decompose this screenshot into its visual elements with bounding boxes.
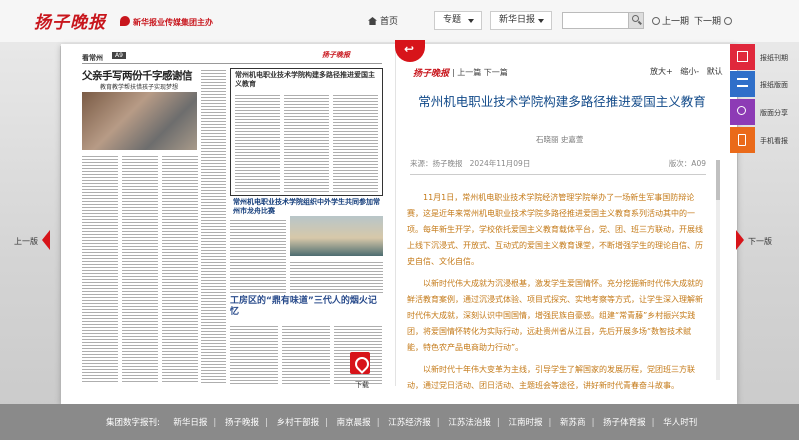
site-logo[interactable]: 扬子晚报 (34, 8, 106, 33)
article-meta: 来源：扬子晚报 2024年11月09日 版次：A09 (410, 158, 706, 175)
text-column (235, 93, 280, 193)
article-paragraph: 以新时代伟大成就为沉浸根基，激发学生爱国情怀。充分挖掘新时代伟大成就的鲜活教育案… (407, 279, 703, 352)
chevron-down-icon (468, 19, 474, 23)
arrow-left-icon (42, 230, 50, 250)
footer-link[interactable]: 扬子体育报 (603, 418, 646, 428)
chevron-down-icon (538, 19, 544, 23)
footer-label: 集团数字报刊: (106, 418, 160, 428)
prev-issue-label: 上一期 (662, 17, 690, 27)
headline-workshop[interactable]: 工房区的“鼎有味道”三代人的烟火记忆 (230, 296, 380, 318)
issue-calendar-button[interactable] (730, 44, 755, 70)
footer-link[interactable]: 扬子晚报 (225, 418, 259, 428)
article-paragraph: 11月1日，常州机电职业技术学院经济管理学院举办了一场新生军事国防辩论赛，这是近… (407, 193, 703, 266)
home-link[interactable]: 首页 (368, 14, 398, 27)
article-nav-label[interactable]: 上一篇 下一篇 (457, 68, 508, 77)
text-column (162, 154, 198, 384)
headline-father-letter-sub: 教育教学帮扶惜孩子实现梦想 (100, 84, 179, 91)
newspaper-page[interactable]: 看常州 A9 扬子晚报 父亲手写两份千字感谢信 教育教学帮扶惜孩子实现梦想 常州… (70, 46, 395, 386)
edition-name: 看常州 (82, 54, 103, 62)
masthead: 扬子晚报 (322, 50, 350, 59)
arrow-right-icon (736, 230, 744, 250)
top-bar: 扬子晚报 新华报业传媒集团主办 首页 专题 新华日报 上一期 下一期 (0, 0, 799, 42)
dragon-boat-photo (290, 216, 383, 256)
highlighted-article-box[interactable]: 常州机电职业技术学院构建多路径推进爱国主义教育 (230, 68, 383, 196)
topic-dropdown[interactable]: 专题 (434, 11, 482, 30)
text-column (290, 260, 383, 293)
mobile-label[interactable]: 手机看报 (760, 136, 788, 146)
text-column (82, 154, 118, 384)
share-label[interactable]: 版面分享 (760, 108, 788, 118)
paper-select[interactable]: 新华日报 (490, 11, 552, 30)
mobile-icon (738, 134, 746, 146)
prev-issue-link[interactable]: 上一期 (652, 14, 689, 27)
footer-link[interactable]: 新华日报 (173, 418, 207, 428)
flame-icon (120, 16, 130, 26)
next-edition-label: 下一版 (748, 237, 772, 246)
article-paragraph: 以新时代十年伟大变革为主线，引导学生了解国家的发展历程，党团班三方联动，通过党日… (407, 365, 695, 390)
share-icon (737, 106, 746, 115)
home-label: 首页 (380, 17, 399, 27)
text-column (230, 218, 286, 293)
pdf-download-label[interactable]: 下载 (355, 380, 369, 390)
newspaper-header: 看常州 A9 扬子晚报 (82, 50, 382, 64)
text-column (122, 154, 158, 384)
footer-link[interactable]: 新苏商 (560, 418, 586, 428)
footer-links: 集团数字报刊: 新华日报 | 扬子晚报 | 乡村干部报 | 南京晨报 | 江苏经济报 | … (106, 418, 698, 428)
zoom-out-button[interactable]: 缩小- (680, 67, 699, 76)
article-edition: 版次：A09 (668, 159, 706, 168)
footer-link[interactable]: 江南时报 (508, 418, 542, 428)
home-icon (368, 17, 377, 25)
box-headline: 常州机电职业技术学院构建多路径推进爱国主义教育 (235, 71, 375, 88)
text-column (201, 68, 226, 384)
group-logo: 新华报业传媒集团主办 (120, 16, 213, 28)
article-nav[interactable]: | 上一篇 下一篇 (452, 67, 508, 78)
article-author: 石晓丽 史嘉萱 (536, 135, 584, 144)
page-list-button[interactable] (730, 71, 755, 97)
article-date: 2024年11月09日 (469, 159, 531, 168)
mobile-button[interactable] (730, 127, 755, 153)
article-body: 11月1日，常州机电职业技术学院经济管理学院举办了一场新生军事国防辩论赛，这是近… (407, 190, 707, 400)
next-issue-link[interactable]: 下一期 (694, 14, 734, 27)
footer-link[interactable]: 华人时刊 (663, 418, 697, 428)
paper-select-label: 新华日报 (499, 15, 536, 25)
zoom-controls: 放大+ 缩小- 默认 (650, 66, 728, 77)
zoom-default-button[interactable]: 默认 (707, 67, 723, 76)
text-column (333, 93, 378, 193)
next-edition-button[interactable]: 下一版 (736, 230, 772, 250)
next-issue-label: 下一期 (694, 17, 722, 27)
text-column (282, 324, 330, 384)
text-column (230, 324, 278, 384)
headline-father-letter[interactable]: 父亲手写两份千字感谢信 (82, 68, 193, 83)
dragon-boat-headline[interactable]: 常州机电职业技术学院组织中外学生共同参加常州市龙舟比赛 (233, 198, 383, 216)
footer-link[interactable]: 南京晨报 (337, 418, 371, 428)
scrollbar-thumb[interactable] (716, 160, 720, 200)
article-source: 来源：扬子晚报 (410, 159, 463, 168)
article-title: 常州机电职业技术学院构建多路径推进爱国主义教育 (418, 94, 706, 109)
prev-edition-button[interactable]: 上一版 (14, 230, 50, 250)
issue-calendar-label[interactable]: 报纸刊期 (760, 53, 788, 63)
zoom-in-button[interactable]: 放大+ (650, 67, 673, 76)
group-logo-text: 新华报业传媒集团主办 (133, 18, 213, 27)
list-icon (737, 78, 748, 87)
footer: 集团数字报刊: 新华日报 | 扬子晚报 | 乡村干部报 | 南京晨报 | 江苏经济报 | … (0, 404, 799, 440)
edition-number: A9 (112, 52, 126, 59)
newspaper-photo (82, 92, 197, 150)
prev-edition-label: 上一版 (14, 237, 38, 246)
prev-circle-icon (652, 17, 660, 25)
text-column (284, 93, 329, 193)
next-circle-icon (724, 17, 733, 25)
share-button[interactable] (730, 99, 755, 125)
article-scrollbar[interactable] (716, 160, 720, 380)
search-button[interactable] (628, 12, 644, 29)
article-logo: 扬子晚报 (413, 69, 450, 79)
page-list-label[interactable]: 报纸版面 (760, 80, 788, 90)
pdf-download-icon[interactable] (350, 352, 370, 374)
footer-link[interactable]: 江苏经济报 (388, 418, 431, 428)
footer-link[interactable]: 江苏法治报 (448, 418, 491, 428)
topic-label: 专题 (443, 15, 462, 25)
calendar-icon (737, 51, 748, 62)
footer-link[interactable]: 乡村干部报 (277, 418, 320, 428)
